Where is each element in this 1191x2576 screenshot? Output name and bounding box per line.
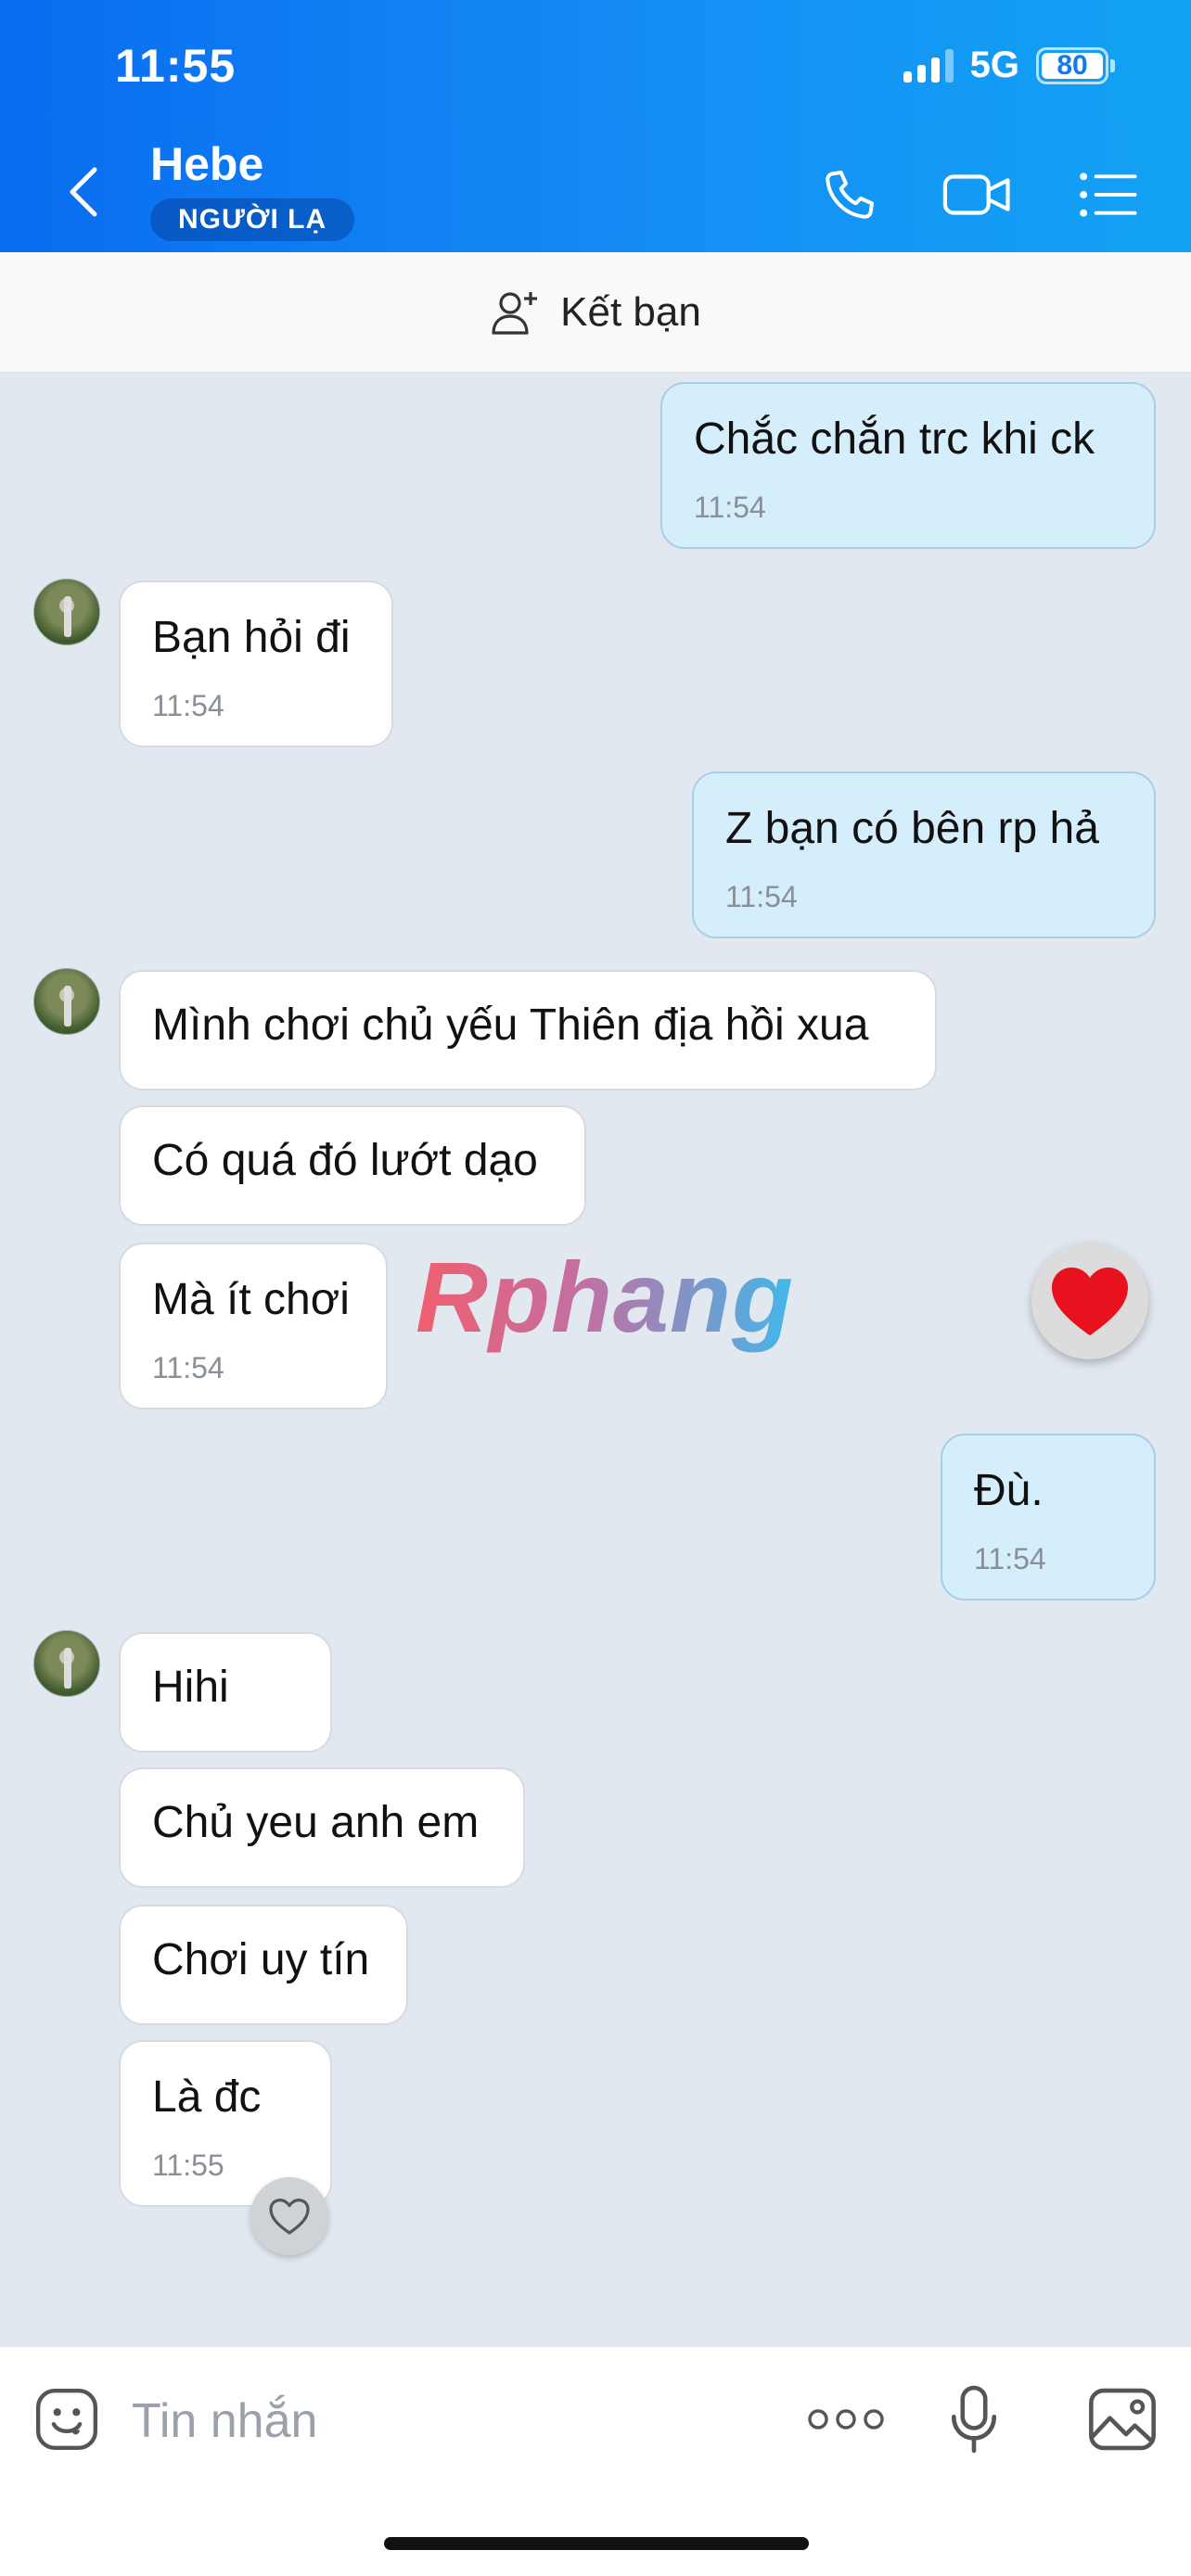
message-bubble-outgoing[interactable]: Chắc chắn trc khi ck 11:54 — [660, 382, 1156, 549]
message-time: 11:54 — [725, 880, 798, 913]
message-bubble-outgoing[interactable]: Đù. 11:54 — [941, 1434, 1156, 1600]
message-bubble-incoming[interactable]: Hihi — [119, 1632, 332, 1753]
phone-icon — [826, 171, 874, 219]
voice-message-button[interactable] — [935, 2380, 1013, 2458]
contact-avatar[interactable] — [33, 968, 100, 1035]
battery-icon: 80 — [1036, 46, 1115, 84]
more-dots-icon — [808, 2409, 884, 2429]
add-friend-label: Kết bạn — [560, 288, 701, 335]
message-text: Chủ yeu anh em — [152, 1798, 480, 1847]
message-text: Hihi — [152, 1663, 229, 1712]
message-text: Z bạn có bên rp hả — [725, 804, 1099, 853]
message-text: Đù. — [974, 1466, 1044, 1515]
network-type: 5G — [969, 45, 1019, 85]
like-reaction-button[interactable] — [250, 2177, 328, 2255]
message-text: Mà ít chơi — [152, 1275, 350, 1324]
home-indicator[interactable] — [384, 2537, 809, 2550]
video-camera-icon — [942, 174, 1010, 215]
message-bubble-incoming[interactable]: Mà ít chơi 11:54 — [119, 1243, 388, 1409]
cellular-signal-icon — [903, 48, 954, 83]
message-text: Bạn hỏi đi — [152, 613, 351, 662]
status-indicators: 5G 80 — [903, 45, 1115, 86]
add-friend-button[interactable]: Kết bạn — [0, 252, 1191, 373]
message-input[interactable] — [132, 2391, 735, 2451]
message-bubble-outgoing[interactable]: Z bạn có bên rp hả 11:54 — [692, 772, 1156, 938]
message-time: 11:54 — [974, 1542, 1046, 1575]
message-bubble-incoming[interactable]: Chủ yeu anh em — [119, 1767, 525, 1888]
heart-outline-icon — [269, 2199, 310, 2235]
contact-avatar[interactable] — [33, 1630, 100, 1697]
message-time: 11:54 — [694, 491, 766, 524]
more-options-button[interactable] — [800, 2380, 892, 2458]
status-time: 11:55 — [115, 40, 237, 92]
image-icon — [1089, 2388, 1156, 2451]
battery-level: 80 — [1042, 51, 1103, 79]
message-text: Mình chơi chủ yếu Thiên địa hồi xua — [152, 1001, 869, 1050]
microphone-icon — [951, 2385, 997, 2454]
message-text: Có quá đó lướt dạo — [152, 1136, 538, 1185]
message-text: Chắc chắn trc khi ck — [694, 414, 1095, 464]
options-menu-button[interactable] — [1070, 158, 1145, 232]
message-text: Là đc — [152, 2072, 262, 2122]
heart-icon — [1052, 1267, 1128, 1336]
chevron-left-icon — [70, 167, 97, 217]
contact-avatar[interactable] — [33, 579, 100, 645]
heart-reaction-button[interactable] — [1031, 1243, 1148, 1359]
message-bubble-incoming[interactable]: Bạn hỏi đi 11:54 — [119, 580, 393, 747]
voice-call-button[interactable] — [813, 158, 887, 232]
stranger-badge: NGƯỜI LẠ — [150, 198, 355, 241]
add-user-icon — [492, 291, 538, 335]
message-time: 11:54 — [152, 1351, 224, 1384]
watermark-logo: Rphang — [416, 1241, 794, 1353]
message-bubble-incoming[interactable]: Chơi uy tín — [119, 1905, 408, 2025]
chat-header: 11:55 5G 80 Hebe NGƯỜI LẠ — [0, 0, 1191, 252]
message-bubble-incoming[interactable]: Mình chơi chủ yếu Thiên địa hồi xua — [119, 970, 937, 1090]
video-call-button[interactable] — [941, 158, 1015, 232]
sticker-button[interactable] — [28, 2380, 106, 2458]
send-image-button[interactable] — [1083, 2380, 1161, 2458]
message-bubble-incoming[interactable]: Có quá đó lướt dạo — [119, 1105, 586, 1226]
contact-name[interactable]: Hebe — [150, 137, 263, 191]
message-time: 11:55 — [152, 2149, 224, 2182]
emoji-icon — [35, 2388, 98, 2451]
list-menu-icon — [1080, 172, 1137, 217]
message-time: 11:54 — [152, 689, 224, 722]
message-text: Chơi uy tín — [152, 1935, 370, 1984]
back-button[interactable] — [56, 159, 111, 224]
